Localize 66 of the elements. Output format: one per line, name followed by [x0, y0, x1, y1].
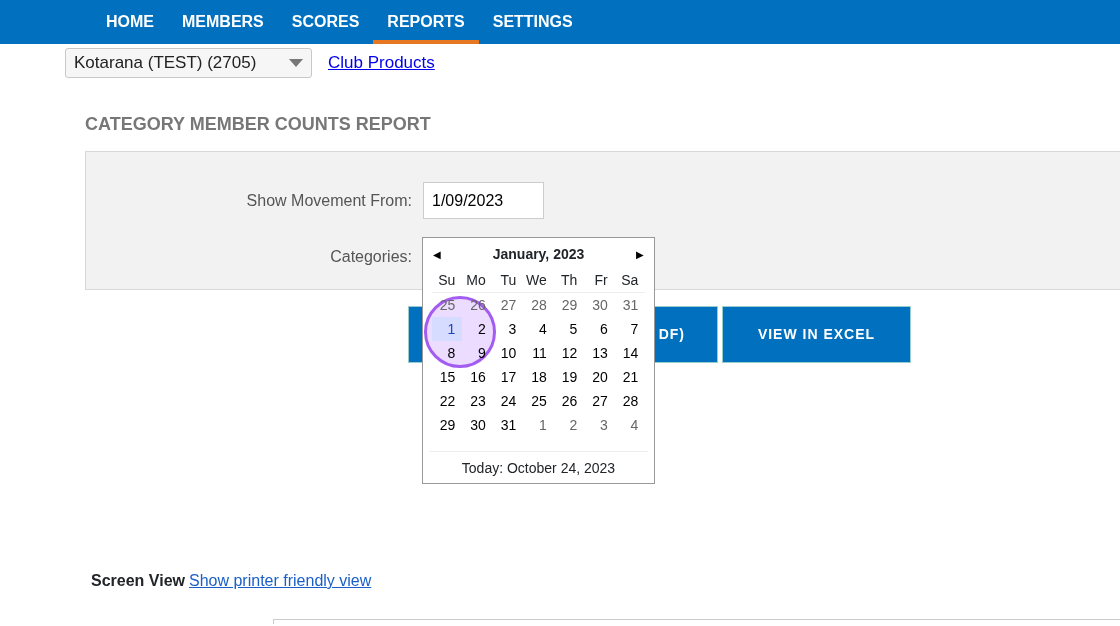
calendar-day[interactable]: 23: [462, 389, 493, 413]
calendar-day[interactable]: 31: [492, 413, 524, 437]
calendar-day[interactable]: 4: [614, 413, 646, 437]
calendar-day[interactable]: 25: [431, 293, 463, 317]
weekday-label: Sa: [614, 269, 646, 293]
calendar-day[interactable]: 27: [492, 293, 524, 317]
weekday-label: Th: [553, 269, 585, 293]
calendar-day[interactable]: 20: [584, 365, 615, 389]
calendar-day[interactable]: 5: [553, 317, 585, 341]
calendar-day[interactable]: 16: [462, 365, 493, 389]
calendar-day[interactable]: 27: [584, 389, 615, 413]
field-label: Show Movement From:: [245, 190, 412, 211]
calendar-day[interactable]: 26: [553, 389, 585, 413]
calendar-day[interactable]: 11: [523, 341, 554, 365]
calendar-day[interactable]: 13: [584, 341, 615, 365]
calendar-day[interactable]: 3: [492, 317, 524, 341]
calendar-day[interactable]: 6: [584, 317, 615, 341]
calendar-day[interactable]: 30: [462, 413, 493, 437]
nav-tab[interactable]: REPORTS: [373, 0, 479, 44]
nav-tab[interactable]: SCORES: [277, 0, 374, 44]
calendar-day[interactable]: 29: [431, 413, 463, 437]
calendar-day[interactable]: 12: [553, 341, 585, 365]
calendar-day[interactable]: 18: [523, 365, 554, 389]
calendar-day[interactable]: 15: [431, 365, 463, 389]
weekday-label: Su: [431, 269, 463, 293]
calendar-day[interactable]: 17: [492, 365, 524, 389]
report-button[interactable]: VIEW IN EXCEL: [722, 306, 911, 363]
calendar-day[interactable]: 21: [614, 365, 646, 389]
weekday-label: Mo: [462, 269, 493, 293]
calendar-day[interactable]: 3: [584, 413, 615, 437]
calendar-day[interactable]: 1: [431, 317, 463, 341]
report-heading: CATEGORY MEMBER COUNTS REPORT: [85, 113, 432, 136]
weekday-label: Tu: [492, 269, 524, 293]
calendar-day[interactable]: 31: [614, 293, 646, 317]
calendar-day[interactable]: 1: [523, 413, 554, 437]
nav-tab[interactable]: HOME: [92, 0, 168, 44]
club-dropdown[interactable]: Kotarana (TEST) (2705): [65, 48, 312, 78]
month-title: January, 2023: [492, 245, 585, 264]
calendar-day[interactable]: 19: [553, 365, 585, 389]
view-mode-label: Screen View: [91, 571, 185, 591]
club-products-link[interactable]: Club Products: [328, 50, 435, 76]
calendar-day[interactable]: 28: [614, 389, 646, 413]
weekday-label: Fr: [584, 269, 615, 293]
calendar-day[interactable]: 7: [614, 317, 646, 341]
calendar-day[interactable]: 14: [614, 341, 646, 365]
nav-tab[interactable]: SETTINGS: [478, 0, 587, 44]
calendar-day[interactable]: 8: [431, 341, 463, 365]
calendar-day[interactable]: 9: [462, 341, 493, 365]
calendar-day[interactable]: 25: [523, 389, 554, 413]
calendar-day[interactable]: 2: [462, 317, 493, 341]
calendar-day[interactable]: 4: [523, 317, 554, 341]
calendar-day[interactable]: 29: [553, 293, 585, 317]
calendar-day[interactable]: 24: [492, 389, 524, 413]
next-month-button[interactable]: ▶: [636, 247, 644, 262]
weekday-label: We: [523, 269, 554, 293]
calendar-day[interactable]: 10: [492, 341, 524, 365]
calendar-day[interactable]: 2: [553, 413, 585, 437]
calendar-day[interactable]: 22: [431, 389, 463, 413]
calendar-day[interactable]: 30: [584, 293, 615, 317]
today-label: Today: October 24, 2023: [429, 451, 648, 479]
printer-friendly-link[interactable]: Show printer friendly view: [189, 569, 372, 593]
calendar-day[interactable]: 28: [523, 293, 554, 317]
previous-month-button[interactable]: ◀: [433, 247, 441, 262]
field-label: Categories:: [329, 247, 412, 267]
nav-tab[interactable]: MEMBERS: [168, 0, 278, 44]
date-field[interactable]: 1/09/2023: [423, 182, 544, 219]
